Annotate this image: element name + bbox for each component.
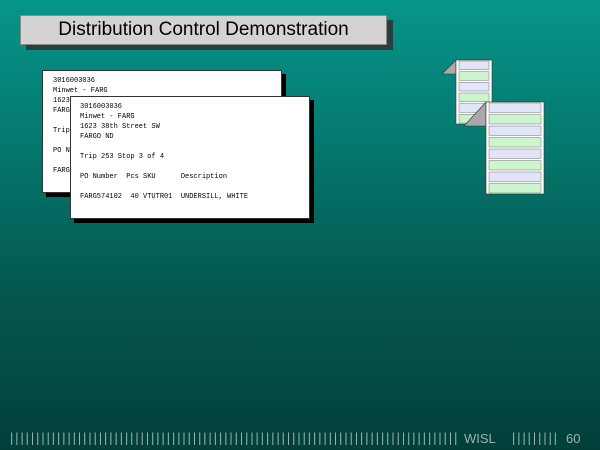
label-line: 3016003036 xyxy=(53,77,96,85)
continuous-form-front xyxy=(463,101,545,195)
label-line: Minwet - FARG xyxy=(53,87,108,95)
form-stripe xyxy=(488,148,542,159)
form-stripe xyxy=(458,92,490,102)
label-line xyxy=(80,182,309,192)
label-line xyxy=(80,142,309,152)
form-stripe xyxy=(458,71,490,81)
footer-barcode-decoration: |||||||||||||||| xyxy=(510,431,560,445)
form-stripe xyxy=(488,125,542,136)
label-line xyxy=(80,162,309,172)
shipping-label-front: 3016003036 Minwet - FARG 1623 38th Stree… xyxy=(70,96,310,219)
label-line: Trip 253 Stop 3 of 4 xyxy=(80,153,165,161)
label-line: FARG574102 40 VTUTR01 UNDERSILL, WHITE xyxy=(80,193,249,201)
slide-title: Distribution Control Demonstration xyxy=(58,19,349,40)
label-line: 3016003036 xyxy=(80,103,123,111)
label-line: Minwet - FARG xyxy=(80,113,135,121)
form-stripe xyxy=(488,102,542,113)
form-stripe xyxy=(488,183,542,194)
form-stripe xyxy=(458,82,490,92)
label-line: PO Number Pcs SKU Description xyxy=(80,173,228,181)
footer-barcode-decoration: ||||||||||||||||||||||||||||||||||||||||… xyxy=(8,431,458,445)
slide-title-box: Distribution Control Demonstration xyxy=(20,15,387,45)
continuous-form-stack-icon xyxy=(441,59,545,195)
form-stripe xyxy=(488,114,542,125)
page-number: 60 xyxy=(566,430,581,446)
form-stripe xyxy=(458,60,490,70)
label-line: FARGO ND xyxy=(80,133,114,141)
footer-org: WISL xyxy=(464,430,496,446)
slide-footer: ||||||||||||||||||||||||||||||||||||||||… xyxy=(0,426,600,450)
form-stripe xyxy=(488,171,542,182)
form-stripe xyxy=(488,137,542,148)
form-stripe xyxy=(488,160,542,171)
label-line: 1623 38th Street SW xyxy=(80,123,160,131)
